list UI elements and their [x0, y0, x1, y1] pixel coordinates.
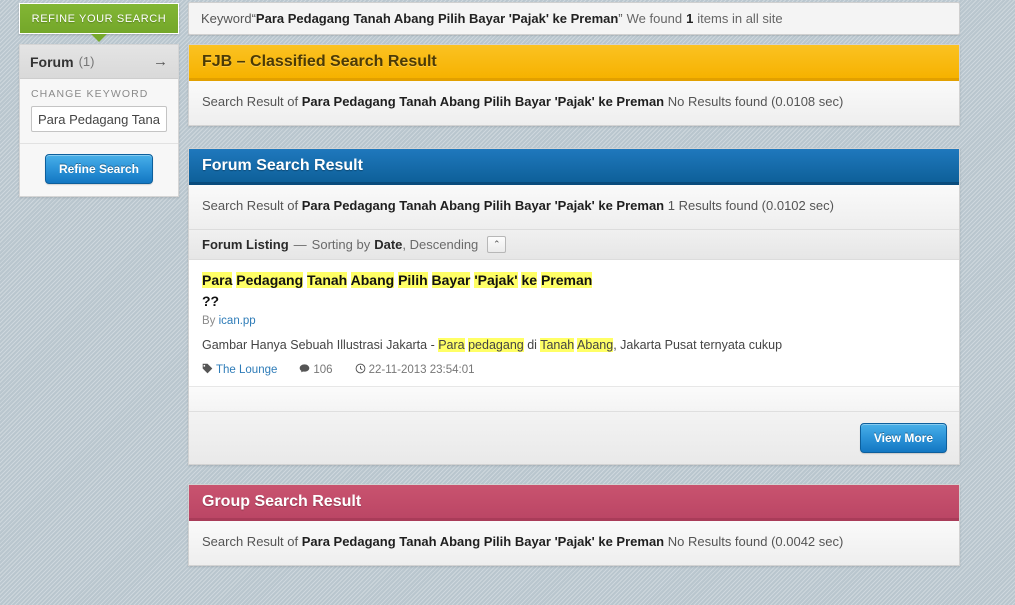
result-timestamp: 22-11-2013 23:54:01: [368, 364, 475, 376]
collapse-toggle-icon[interactable]: ⌃: [487, 236, 507, 253]
refine-search-button[interactable]: Refine Search: [44, 154, 154, 184]
forum-summary-suffix: 1 Results found (0.0102 sec): [667, 198, 834, 213]
keyword-input[interactable]: [31, 106, 167, 132]
refine-tab-pointer-icon: [91, 34, 107, 42]
results-found-count: 1: [686, 11, 694, 26]
change-keyword-label: CHANGE KEYWORD: [31, 88, 149, 100]
clock-icon: [355, 363, 366, 377]
forum-summary-term: Para Pedagang Tanah Abang Pilih Bayar 'P…: [301, 198, 665, 213]
forum-listing-dash: —: [293, 237, 307, 252]
forum-summary-prefix: Search Result of: [202, 198, 299, 213]
fjb-summary-term: Para Pedagang Tanah Abang Pilih Bayar 'P…: [301, 94, 665, 109]
highlighted-term: Tanah: [307, 272, 348, 288]
forum-result-snippet: Gambar Hanya Sebuah Illustrasi Jakarta -…: [202, 336, 946, 355]
arrow-right-icon: →: [153, 53, 168, 70]
text-run: [428, 272, 432, 288]
refine-search-sidebar: Forum (1) → CHANGE KEYWORD Refine Search: [19, 44, 179, 197]
group-summary-text: Search Result of Para Pedagang Tanah Aba…: [189, 521, 959, 565]
tag-icon: [202, 363, 213, 377]
sidebar-item-forum[interactable]: Forum (1) →: [20, 45, 178, 79]
comment-icon: [299, 363, 310, 377]
highlighted-term: Preman: [540, 272, 593, 288]
group-summary-suffix: No Results found (0.0042 sec): [667, 534, 844, 549]
refine-your-search-tab[interactable]: REFINE YOUR SEARCH: [19, 3, 179, 34]
group-panel-title: Group Search Result: [202, 492, 362, 510]
change-keyword-section: CHANGE KEYWORD: [20, 79, 178, 132]
comment-count: 106: [313, 364, 333, 376]
highlighted-term: Pedagang: [236, 272, 304, 288]
forum-result-author-line: By ican.pp: [202, 315, 946, 327]
fjb-panel-title: FJB – Classified Search Result: [202, 52, 437, 70]
forum-comment-group: 106: [299, 363, 333, 377]
forum-summary-text: Search Result of Para Pedagang Tanah Aba…: [189, 185, 959, 229]
fjb-panel-header: FJB – Classified Search Result: [189, 45, 959, 81]
sidebar-item-forum-count: (1): [78, 54, 95, 69]
highlighted-term: Tanah: [540, 338, 575, 352]
keyword-prefix-label: Keyword: [201, 11, 252, 26]
search-results-page: Keyword “Para Pedagang Tanah Abang Pilih…: [0, 0, 1015, 605]
group-summary-term: Para Pedagang Tanah Abang Pilih Bayar 'P…: [301, 534, 665, 549]
forum-timestamp-group: 22-11-2013 23:54:01: [355, 363, 475, 377]
forum-result-item: Para Pedagang Tanah Abang Pilih Bayar 'P…: [189, 260, 959, 386]
highlighted-term: 'Pajak': [474, 272, 518, 288]
highlighted-term: pedagang: [468, 338, 524, 352]
forum-tag-group[interactable]: The Lounge: [202, 363, 277, 377]
group-panel-header: Group Search Result: [189, 485, 959, 521]
fjb-summary-suffix: No Results found (0.0108 sec): [667, 94, 844, 109]
fjb-summary-prefix: Search Result of: [202, 94, 299, 109]
author-link[interactable]: ican.pp: [219, 315, 256, 327]
forum-results-panel: Forum Search Result Search Result of Par…: [188, 148, 960, 465]
results-found-suffix: items in all site: [697, 11, 783, 26]
highlighted-term: Bayar: [431, 272, 471, 288]
forum-panel-title: Forum Search Result: [202, 156, 363, 174]
fjb-summary-text: Search Result of Para Pedagang Tanah Aba…: [189, 81, 959, 125]
text-run: Gambar Hanya Sebuah Illustrasi Jakarta -: [202, 338, 439, 352]
text-run: , Jakarta Pusat ternyata cukup: [613, 338, 783, 352]
by-label: By: [202, 315, 216, 327]
sort-field-label[interactable]: Date: [374, 237, 402, 252]
highlighted-term: Para: [202, 272, 233, 288]
highlighted-term: ke: [521, 272, 538, 288]
view-more-button[interactable]: View More: [859, 423, 947, 453]
group-summary-prefix: Search Result of: [202, 534, 299, 549]
sort-direction-label[interactable]: , Descending: [402, 237, 478, 252]
group-results-panel: Group Search Result Search Result of Par…: [188, 484, 960, 566]
forum-listing-heading: Forum Listing: [202, 237, 289, 252]
results-found-prefix: We found: [626, 11, 683, 26]
sorting-by-label: Sorting by: [311, 237, 371, 252]
fjb-results-panel: FJB – Classified Search Result Search Re…: [188, 44, 960, 126]
text-run: ??: [202, 293, 220, 309]
highlighted-term: Pilih: [398, 272, 428, 288]
forum-panel-footer: View More: [189, 411, 959, 464]
refine-tab-label: REFINE YOUR SEARCH: [31, 12, 167, 25]
text-run: di: [523, 338, 541, 352]
highlighted-term: Abang: [350, 272, 395, 288]
forum-result-meta: The Lounge 106 22-11-2013 23:54:01: [202, 363, 946, 377]
keyword-term: Para Pedagang Tanah Abang Pilih Bayar 'P…: [255, 11, 619, 26]
sidebar-footer: Refine Search: [20, 143, 178, 196]
forum-panel-spacer: [189, 386, 959, 411]
forum-name-link[interactable]: The Lounge: [216, 364, 277, 376]
highlighted-term: Abang: [577, 338, 614, 352]
forum-panel-header: Forum Search Result: [189, 149, 959, 185]
sidebar-item-forum-label: Forum: [30, 53, 74, 70]
highlighted-term: Para: [438, 338, 465, 352]
keyword-close-quote: ”: [618, 11, 623, 26]
forum-listing-sort-bar: Forum Listing — Sorting by Date , Descen…: [189, 229, 959, 260]
forum-result-title[interactable]: Para Pedagang Tanah Abang Pilih Bayar 'P…: [202, 270, 602, 312]
keyword-summary-bar: Keyword “Para Pedagang Tanah Abang Pilih…: [188, 2, 960, 35]
